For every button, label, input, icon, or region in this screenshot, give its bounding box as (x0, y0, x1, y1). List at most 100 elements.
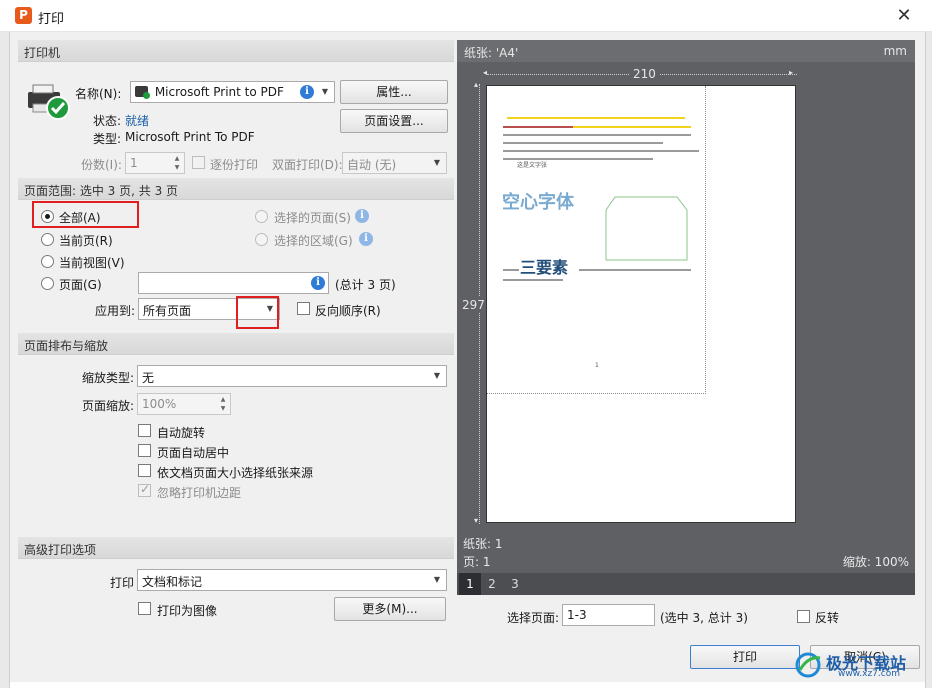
page-count: 页: 1 (463, 555, 491, 569)
info-icon[interactable]: i (311, 276, 325, 290)
print-button[interactable]: 打印 (690, 645, 800, 669)
select-pages-input[interactable]: 1-3 (562, 604, 655, 626)
doc-heading-elements: 三要素 (520, 258, 569, 277)
preview-page: 这是文字张 空心字体 三要素 1 (486, 85, 796, 523)
selection-info: (选中 3, 总计 3) (660, 611, 748, 625)
page-tabs: 1 2 3 (457, 573, 915, 595)
paper-source-checkbox[interactable] (138, 464, 151, 477)
chevron-down-icon: ▼ (321, 87, 329, 96)
page-tab-1[interactable]: 1 (459, 573, 481, 595)
background-app-edge-right (925, 32, 932, 688)
advanced-options-title: 高级打印选项 (18, 537, 454, 559)
annotation-highlight-all (32, 201, 139, 228)
info-icon[interactable]: i (355, 209, 369, 223)
page-scale-stepper[interactable]: 100% ▲ ▼ (137, 393, 231, 415)
range-current-page-label: 当前页(R) (59, 234, 113, 248)
print-as-image-checkbox[interactable] (138, 602, 151, 615)
apply-to-value: 所有页面 (143, 304, 192, 318)
status-value: 就绪 (125, 114, 150, 128)
page-tab-3[interactable]: 3 (504, 573, 526, 595)
bottom-bar: 选择页面: 1-3 (选中 3, 总计 3) 反转 (457, 597, 915, 633)
arrow-left-icon: ◂ (483, 68, 488, 77)
range-current-page-radio[interactable] (41, 233, 54, 246)
page-tab-2[interactable]: 2 (481, 573, 503, 595)
copies-stepper[interactable]: 1 ▲ ▼ (125, 152, 185, 174)
doc-text-line (503, 126, 573, 128)
doc-text-line (507, 117, 685, 119)
reverse-order-checkbox[interactable] (297, 302, 310, 315)
doc-heading-hollow: 空心字体 (502, 192, 574, 213)
scale-type-label: 缩放类型: (82, 371, 135, 385)
preview-header: 纸张: 'A4' mm (457, 40, 915, 62)
ignore-margin-checkbox[interactable] (138, 482, 151, 497)
info-icon[interactable]: i (300, 85, 314, 99)
flip-checkbox[interactable] (797, 610, 810, 623)
paper-source-label: 依文档页面大小选择纸张来源 (157, 466, 314, 480)
watermark-url: www.xz7.com (838, 669, 900, 679)
page-range-group: 页面范围: 选中 3 页, 共 3 页 全部(A) 选择的页面(S) i 当前页… (18, 178, 454, 329)
chevron-down-icon: ▼ (433, 575, 441, 584)
ignore-margin-label: 忽略打印机边距 (157, 486, 242, 500)
scale-type-value: 无 (142, 371, 155, 385)
range-selected-pages-radio[interactable] (255, 210, 268, 223)
app-logo-icon: P (15, 7, 32, 24)
doc-shape (605, 196, 688, 261)
arrow-down-icon: ▾ (474, 516, 479, 525)
printer-properties-button[interactable]: 属性... (340, 80, 448, 104)
advanced-options-group: 高级打印选项 打印 文档和标记 ▼ 打印为图像 更多(M)... (18, 537, 454, 632)
chevron-down-icon: ▼ (433, 371, 441, 380)
collate-checkbox[interactable] (192, 156, 205, 169)
doc-text-line (503, 142, 663, 144)
printer-group-title: 打印机 (18, 40, 454, 62)
doc-caption: 这是文字张 (517, 162, 548, 169)
auto-center-label: 页面自动居中 (157, 446, 230, 460)
print-preview-panel: 纸张: 'A4' mm 这是文字张 空心字体 三要素 1 纸张: 1 页: 1 … (457, 40, 915, 595)
zoom-level: 缩放: 100% (842, 555, 909, 569)
collate-label: 逐份打印 (210, 158, 259, 172)
info-icon[interactable]: i (359, 232, 373, 246)
printer-name-select[interactable]: Microsoft Print to PDF i ▼ (130, 81, 335, 103)
range-pages-radio[interactable] (41, 277, 54, 290)
width-mm-label: 210 (630, 67, 659, 81)
duplex-value: 自动 (无) (347, 158, 397, 172)
window-title: 打印 (38, 12, 65, 27)
printer-icon (28, 84, 70, 120)
close-icon[interactable]: ✕ (892, 4, 916, 28)
stepper-arrows-icon: ▲ ▼ (174, 155, 180, 171)
scale-type-select[interactable]: 无 ▼ (137, 365, 447, 387)
range-current-view-label: 当前视图(V) (59, 256, 125, 270)
doc-page-number: 1 (595, 362, 599, 369)
auto-rotate-checkbox[interactable] (138, 424, 151, 437)
duplex-select[interactable]: 自动 (无) ▼ (342, 152, 447, 174)
stepper-arrows-icon: ▲ ▼ (220, 396, 226, 412)
watermark: 极光下载站 www.xz7.com (794, 650, 924, 680)
doc-text-line (503, 279, 563, 281)
print-what-select[interactable]: 文档和标记 ▼ (137, 569, 447, 591)
auto-center-checkbox[interactable] (138, 444, 151, 457)
status-label: 状态: (93, 114, 122, 128)
page-scale-value: 100% (142, 397, 177, 411)
pages-input[interactable]: i (138, 272, 329, 294)
paper-size-label: 纸张: 'A4' (464, 46, 519, 60)
layout-scale-group: 页面排布与缩放 缩放类型: 无 ▼ 页面缩放: 100% ▲ ▼ 自动旋转 页面自… (18, 333, 454, 533)
copies-value: 1 (130, 156, 138, 170)
doc-text-line (579, 269, 691, 271)
range-selected-pages-label: 选择的页面(S) (274, 211, 351, 225)
height-mm-label: 297 (462, 297, 485, 313)
annotation-highlight-dropdown (236, 296, 279, 329)
page-range-title: 页面范围: 选中 3 页, 共 3 页 (18, 178, 454, 200)
layout-scale-title: 页面排布与缩放 (18, 333, 454, 355)
page-setup-button[interactable]: 页面设置... (340, 109, 448, 133)
select-pages-label: 选择页面: (507, 611, 560, 625)
range-selected-area-label: 选择的区域(G) (274, 234, 353, 248)
arrow-up-icon: ▴ (474, 80, 479, 89)
range-current-view-radio[interactable] (41, 255, 54, 268)
unit-label: mm (883, 44, 907, 58)
print-as-image-label: 打印为图像 (157, 604, 218, 618)
more-button[interactable]: 更多(M)... (334, 597, 446, 621)
printer-name-label: 名称(N): (75, 87, 122, 101)
range-selected-area-radio[interactable] (255, 233, 268, 246)
range-pages-label: 页面(G) (59, 278, 102, 292)
type-label: 类型: (93, 132, 122, 146)
page-scale-label: 页面缩放: (82, 399, 135, 413)
